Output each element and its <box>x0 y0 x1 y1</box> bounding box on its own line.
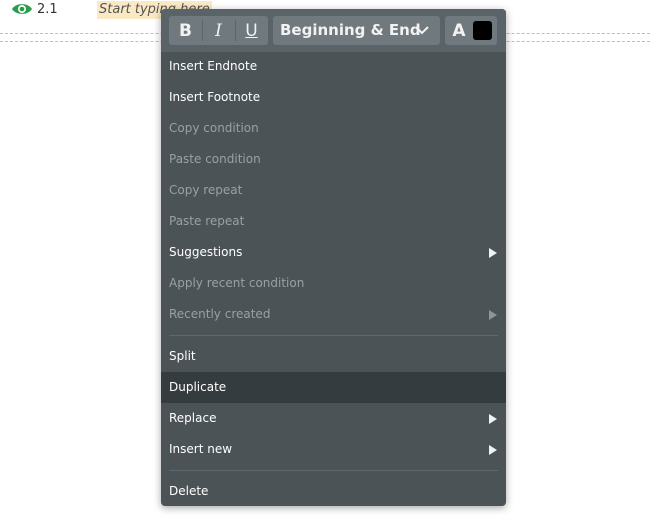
menu-item-label: Suggestions <box>169 245 243 259</box>
format-toolbar: B I U Beginning & End A <box>161 9 506 52</box>
menu-item-label: Insert Endnote <box>169 59 258 73</box>
menu-item-label: Split <box>169 349 196 363</box>
menu-item-label: Paste condition <box>169 152 261 166</box>
menu-divider <box>169 470 498 471</box>
eye-icon[interactable] <box>11 2 33 16</box>
menu-item-label: Duplicate <box>169 380 227 394</box>
menu-item-insert-endnote[interactable]: Insert Endnote <box>161 51 506 82</box>
color-swatch <box>473 21 492 40</box>
menu-item-label: Recently created <box>169 307 271 321</box>
menu-item-label: Paste repeat <box>169 214 245 228</box>
menu-item-label: Delete <box>169 484 209 498</box>
text-color-button[interactable]: A <box>445 16 497 45</box>
format-select-value: Beginning & End <box>280 21 421 39</box>
context-menu: B I U Beginning & End A Insert Endnote I… <box>161 9 506 506</box>
menu-divider <box>169 335 498 336</box>
menu-item-insert-footnote[interactable]: Insert Footnote <box>161 82 506 113</box>
menu-item-label: Apply recent condition <box>169 276 305 290</box>
submenu-arrow-icon <box>489 310 497 320</box>
menu-item-insert-new[interactable]: Insert new <box>161 434 506 465</box>
menu-item-paste-repeat: Paste repeat <box>161 206 506 237</box>
menu-item-copy-condition: Copy condition <box>161 113 506 144</box>
menu-item-paste-condition: Paste condition <box>161 144 506 175</box>
menu-item-label: Insert new <box>169 442 233 456</box>
menu-item-delete[interactable]: Delete <box>161 476 506 507</box>
menu-item-split[interactable]: Split <box>161 341 506 372</box>
menu-item-suggestions[interactable]: Suggestions <box>161 237 506 268</box>
text-color-icon: A <box>452 20 466 41</box>
style-button-group: B I U <box>169 16 268 45</box>
section-number: 2.1 <box>37 2 58 17</box>
chevron-down-icon <box>415 26 429 35</box>
menu-item-label: Copy condition <box>169 121 259 135</box>
format-select[interactable]: Beginning & End <box>273 16 440 45</box>
menu-item-duplicate[interactable]: Duplicate <box>161 372 506 403</box>
submenu-arrow-icon <box>489 248 497 258</box>
underline-button[interactable]: U <box>235 16 268 45</box>
menu-item-label: Copy repeat <box>169 183 243 197</box>
submenu-arrow-icon <box>489 414 497 424</box>
italic-button[interactable]: I <box>202 16 235 45</box>
menu-item-recently-created: Recently created <box>161 299 506 330</box>
menu-item-label: Insert Footnote <box>169 90 261 104</box>
bold-button[interactable]: B <box>169 16 202 45</box>
menu-item-copy-repeat: Copy repeat <box>161 175 506 206</box>
submenu-arrow-icon <box>489 445 497 455</box>
menu-item-apply-recent-condition: Apply recent condition <box>161 268 506 299</box>
menu-item-label: Replace <box>169 411 217 425</box>
menu-item-replace[interactable]: Replace <box>161 403 506 434</box>
